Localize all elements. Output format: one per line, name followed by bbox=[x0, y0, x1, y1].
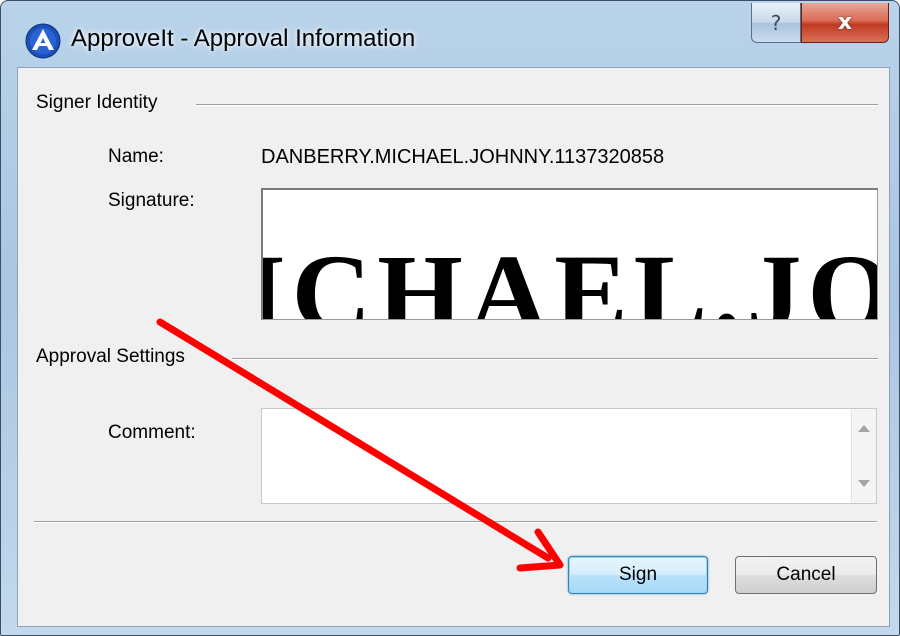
dialog-window: ApproveIt - Approval Information ? x Sig… bbox=[0, 0, 900, 636]
cancel-button[interactable]: Cancel bbox=[735, 556, 877, 594]
title-bar[interactable]: ApproveIt - Approval Information ? x bbox=[1, 1, 899, 67]
button-separator bbox=[34, 521, 877, 523]
sign-button[interactable]: Sign bbox=[568, 556, 708, 594]
window-title: ApproveIt - Approval Information bbox=[71, 25, 416, 52]
signer-identity-group-label: Signer Identity bbox=[36, 92, 166, 114]
help-button[interactable]: ? bbox=[751, 3, 801, 43]
scroll-up-icon[interactable] bbox=[858, 425, 870, 432]
close-button[interactable]: x bbox=[801, 3, 889, 43]
approval-settings-group-line bbox=[232, 358, 878, 360]
signature-image-box: ICHAEL.JOHN bbox=[261, 188, 878, 320]
help-icon: ? bbox=[770, 10, 782, 35]
comment-label: Comment: bbox=[108, 422, 196, 443]
comment-scrollbar[interactable] bbox=[851, 409, 876, 503]
signature-label: Signature: bbox=[108, 190, 195, 211]
scroll-down-icon[interactable] bbox=[858, 480, 870, 487]
signer-name-value: DANBERRY.MICHAEL.JOHNNY.1137320858 bbox=[261, 146, 665, 168]
approveit-logo-icon bbox=[25, 23, 61, 59]
name-label: Name: bbox=[108, 146, 164, 167]
comment-textarea[interactable] bbox=[261, 408, 877, 504]
signature-image: ICHAEL.JOHN bbox=[261, 232, 877, 320]
approval-settings-group-label: Approval Settings bbox=[36, 346, 185, 367]
dialog-client-area: Signer Identity Name: DANBERRY.MICHAEL.J… bbox=[17, 67, 890, 627]
close-icon: x bbox=[837, 10, 853, 35]
signer-identity-group-line bbox=[196, 104, 878, 106]
